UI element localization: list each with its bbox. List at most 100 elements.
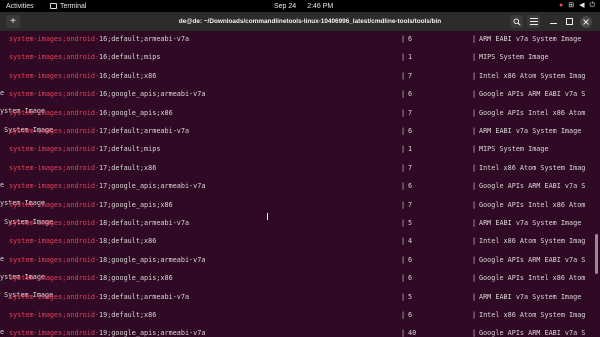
package-row: system-images;android-19;google_apis;arm…: [0, 328, 600, 337]
package-row: system-images;android-17;default;armeabi…: [0, 126, 600, 136]
column-separator: |: [401, 237, 406, 246]
package-version: 40: [408, 329, 417, 337]
column-separator: |: [472, 145, 477, 154]
column-separator: |: [472, 35, 477, 43]
package-row: system-images;android-19;default;armeabi…: [0, 292, 600, 302]
package-suffix: 17;default;armeabi-v7a: [99, 127, 190, 135]
column-separator: |: [472, 71, 477, 80]
package-suffix: 17;google_apis;x86: [99, 200, 173, 209]
package-prefix: system-images;android-: [9, 311, 100, 319]
column-separator: |: [472, 182, 477, 191]
search-button[interactable]: [510, 15, 523, 28]
column-separator: |: [472, 90, 477, 99]
package-suffix: 19;default;x86: [99, 311, 157, 319]
maximize-button[interactable]: [563, 15, 576, 28]
package-description: ARM EABI v7a System Image: [479, 219, 582, 227]
package-suffix: 19;google_apis;armeabi-v7a: [99, 329, 206, 337]
column-separator: |: [472, 200, 477, 209]
package-suffix: 19;default;armeabi-v7a: [99, 292, 190, 301]
column-separator: |: [401, 292, 406, 301]
package-description: Google APIs Intel x86 Atom: [479, 108, 586, 117]
column-separator: |: [401, 35, 406, 43]
column-separator: |: [401, 311, 406, 319]
maximize-icon: [566, 18, 573, 25]
column-separator: |: [401, 90, 406, 99]
package-suffix: 18;google_apis;armeabi-v7a: [99, 255, 206, 264]
search-icon: [513, 18, 521, 26]
package-version: 1: [408, 145, 413, 154]
package-prefix: system-images;android-: [9, 145, 100, 154]
terminal-header-bar: + de@de: ~/Downloads/commandlinetools-li…: [0, 12, 600, 31]
package-version: 4: [408, 237, 413, 246]
package-version: 6: [408, 311, 413, 319]
plus-icon: +: [10, 16, 16, 27]
clock[interactable]: Sep 24 2:46 PM: [274, 0, 333, 12]
text-cursor-icon: I: [266, 212, 269, 223]
scrollbar[interactable]: [595, 234, 598, 274]
terminal-icon: [50, 3, 57, 9]
column-separator: |: [472, 108, 477, 117]
column-separator: |: [472, 237, 477, 246]
package-version: 7: [408, 200, 413, 209]
menu-button[interactable]: [527, 15, 540, 28]
column-separator: |: [401, 71, 406, 80]
package-suffix: 17;default;x86: [99, 163, 157, 172]
package-row: system-images;android-16;default;mips | 1 |…: [0, 52, 600, 62]
package-description: Google APIs ARM EABI v7a S: [479, 182, 586, 191]
power-icon: ⏻: [589, 2, 595, 9]
package-path: system-images;android-16;default;armeabi…: [9, 34, 189, 44]
package-description: Intel x86 Atom System Imag: [479, 163, 586, 172]
column-separator: |: [401, 182, 406, 191]
package-path: system-images;android-17;default;mips: [9, 144, 160, 154]
column-separator: |: [472, 274, 477, 283]
package-description: MIPS System Image: [479, 145, 549, 154]
close-button[interactable]: [580, 16, 592, 28]
package-version: 6: [408, 182, 413, 191]
window-title: de@de: ~/Downloads/commandlinetools-linu…: [178, 18, 442, 25]
package-prefix: system-images;android-: [9, 329, 100, 337]
app-menu-terminal[interactable]: Terminal: [50, 0, 86, 12]
column-separator: |: [472, 163, 477, 172]
package-description: Google APIs ARM EABI v7a S: [479, 90, 586, 99]
package-prefix: system-images;android-: [9, 35, 100, 43]
column-separator: |: [472, 311, 477, 319]
package-path: system-images;android-18;default;armeabi…: [9, 218, 189, 228]
system-status-area[interactable]: ● ⊞ ◀ ⏻: [559, 0, 595, 12]
package-prefix: system-images;android-: [9, 90, 100, 99]
activities-button[interactable]: Activities: [6, 0, 34, 12]
package-suffix: 16;default;mips: [99, 53, 161, 62]
package-version: 6: [408, 90, 413, 99]
column-separator: |: [472, 329, 477, 337]
column-separator: |: [401, 329, 406, 337]
column-separator: |: [401, 145, 406, 154]
terminal-output[interactable]: system-images;android-16;default;armeabi…: [0, 31, 600, 337]
minimize-button[interactable]: [547, 15, 560, 28]
new-tab-button[interactable]: +: [6, 15, 20, 28]
package-version: 7: [408, 108, 413, 117]
column-separator: |: [401, 255, 406, 264]
package-version: 6: [408, 35, 413, 43]
package-description: ARM EABI v7a System Image: [479, 127, 582, 135]
package-prefix: system-images;android-: [9, 255, 100, 264]
package-path: system-images;android-19;default;armeabi…: [9, 292, 189, 302]
package-version: 6: [408, 127, 413, 135]
package-suffix: 16;default;armeabi-v7a: [99, 35, 190, 43]
minimize-icon: [550, 23, 557, 24]
package-version: 7: [408, 71, 413, 80]
package-prefix: system-images;android-: [9, 53, 100, 62]
package-prefix: system-images;android-: [9, 237, 100, 246]
package-suffix: 16;google_apis;armeabi-v7a: [99, 90, 206, 99]
recording-icon: ●: [558, 2, 564, 9]
column-separator: |: [401, 108, 406, 117]
column-separator: |: [472, 292, 477, 301]
column-separator: |: [401, 200, 406, 209]
package-prefix: system-images;android-: [9, 163, 100, 172]
package-suffix: 16;google_apis;x86: [99, 108, 173, 117]
top-bar: Activities Terminal Sep 24 2:46 PM ● ⊞ ◀…: [0, 0, 600, 12]
package-prefix: system-images;android-: [9, 274, 100, 283]
package-row: system-images;android-18;default;armeabi…: [0, 218, 600, 228]
network-icon: ⊞: [568, 2, 575, 9]
column-separator: |: [401, 219, 406, 227]
package-prefix: system-images;android-: [9, 200, 100, 209]
package-prefix: system-images;android-: [9, 182, 100, 191]
